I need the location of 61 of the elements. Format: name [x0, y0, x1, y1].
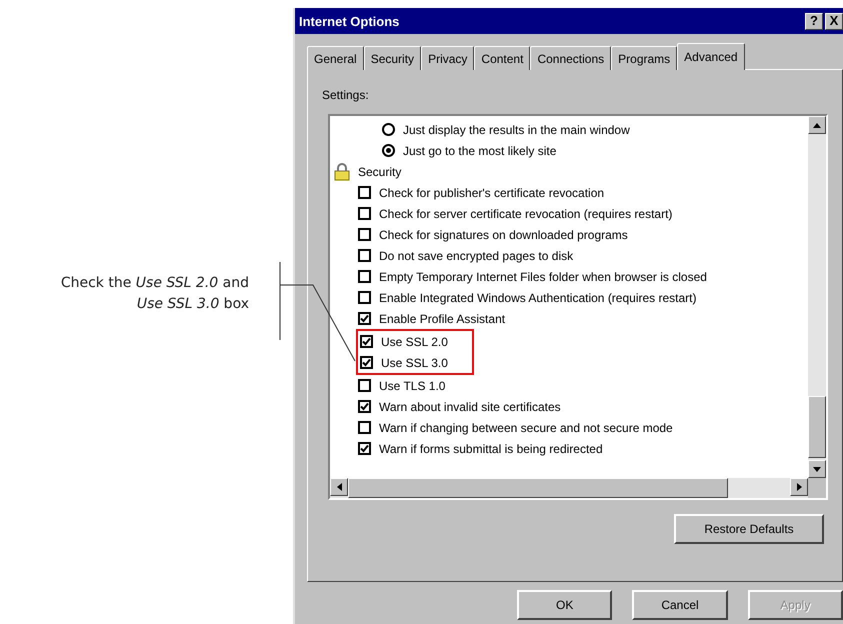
help-button[interactable]: ?: [805, 12, 823, 30]
tab[interactable]: Security: [364, 46, 422, 70]
checkbox[interactable]: [358, 421, 371, 434]
option-label: Do not save encrypted pages to disk: [379, 248, 574, 262]
restore-defaults-button[interactable]: Restore Defaults: [674, 514, 824, 544]
option-label: Warn if forms submittal is being redirected: [379, 442, 603, 456]
option-label: Just display the results in the main window: [403, 122, 630, 136]
dialog-button[interactable]: OK: [517, 590, 612, 620]
tab[interactable]: Content: [474, 46, 530, 70]
checkmark-icon: [360, 402, 369, 411]
padlock-icon: [334, 162, 350, 180]
radio-button[interactable]: [382, 144, 395, 157]
checkbox[interactable]: [358, 186, 371, 199]
checkmark-icon: [362, 337, 371, 346]
radio-button[interactable]: [382, 123, 395, 136]
option-label: Warn if changing between secure and not secure mode: [379, 420, 673, 434]
scroll-thumb[interactable]: [348, 478, 728, 498]
tab[interactable]: Programs: [611, 46, 678, 70]
settings-label: Settings:: [322, 88, 369, 102]
dialog-button[interactable]: Cancel: [632, 590, 728, 620]
tab[interactable]: Connections: [530, 46, 612, 70]
checkmark-icon: [360, 314, 369, 323]
option-label: Enable Profile Assistant: [379, 312, 506, 326]
window-title: Internet Options: [299, 14, 400, 28]
option-label: Use SSL 3.0: [381, 356, 448, 370]
tab[interactable]: General: [307, 46, 364, 70]
option-label: Use SSL 2.0: [381, 334, 448, 348]
checkbox[interactable]: [358, 379, 371, 392]
tab[interactable]: Privacy: [421, 46, 474, 70]
down-arrow-icon: [812, 466, 822, 472]
option-label: Empty Temporary Internet Files folder when browser is closed: [379, 270, 707, 284]
checkbox[interactable]: [358, 312, 371, 325]
checkbox[interactable]: [360, 335, 373, 348]
option-label: Check for publisher's certificate revocation: [379, 186, 604, 200]
checkbox[interactable]: [358, 442, 371, 455]
annotation-text: Check the Use SSL 2.0 and Use SSL 3.0 box: [60, 274, 249, 314]
checkbox[interactable]: [358, 270, 371, 283]
horizontal-scrollbar[interactable]: [330, 478, 808, 498]
right-arrow-icon: [796, 482, 802, 492]
up-arrow-icon: [812, 122, 822, 128]
checkbox[interactable]: [358, 291, 371, 304]
option-label: Enable Integrated Windows Authentication (requires restart): [379, 290, 697, 304]
checkbox[interactable]: [358, 207, 371, 220]
vertical-scrollbar[interactable]: [808, 116, 826, 478]
checkbox[interactable]: [358, 228, 371, 241]
scrollbar-corner: [808, 478, 826, 498]
option-label: Warn about invalid site certificates: [379, 400, 561, 414]
option-label: Check for server certificate revocation (requires restart): [379, 206, 672, 220]
option-label: Use TLS 1.0: [379, 378, 446, 392]
option-label: Check for signatures on downloaded programs: [379, 228, 628, 242]
checkmark-icon: [362, 358, 371, 367]
option-label: Just go to the most likely site: [403, 144, 556, 158]
left-arrow-icon: [336, 482, 342, 492]
checkbox[interactable]: [360, 356, 373, 369]
checkmark-icon: [360, 444, 369, 453]
scroll-thumb[interactable]: [808, 396, 826, 458]
tab[interactable]: Advanced: [677, 43, 745, 70]
close-button[interactable]: X: [825, 12, 843, 30]
checkbox[interactable]: [358, 249, 371, 262]
group-label: Security: [358, 164, 402, 178]
checkbox[interactable]: [358, 400, 371, 413]
